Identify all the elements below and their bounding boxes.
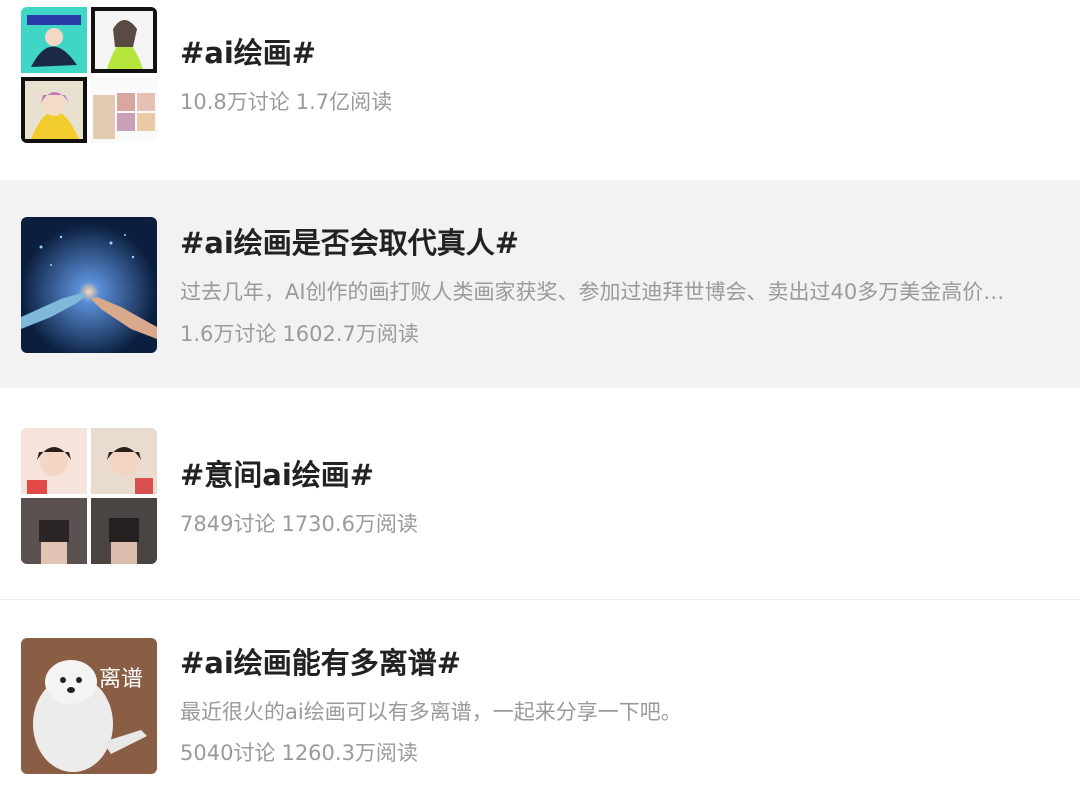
discussion-count: 5040讨论: [180, 741, 276, 765]
portrait-grid-thumbnail: [21, 428, 157, 564]
read-count: 1602.7万阅读: [282, 322, 419, 346]
dog-meme-thumbnail: 离谱: [21, 638, 157, 774]
topic-title[interactable]: #ai绘画能有多离谱#: [180, 640, 461, 682]
topic-list: #ai绘画# 10.8万讨论 1.7亿阅读 #ai绘画是否会取代真人# 过去几年…: [0, 0, 1080, 805]
read-count: 1.7亿阅读: [295, 90, 393, 114]
thumbnail-caption: 离谱: [99, 667, 143, 692]
discussion-count: 7849讨论: [180, 512, 276, 536]
topic-item-yijian-ai-painting[interactable]: #意间ai绘画# 7849讨论 1730.6万阅读: [0, 390, 1080, 598]
topic-title[interactable]: #意间ai绘画#: [180, 452, 374, 494]
read-count: 1730.6万阅读: [281, 512, 418, 536]
topic-stats: 10.8万讨论 1.7亿阅读: [180, 86, 392, 116]
anime-collage-thumbnail: [21, 7, 157, 143]
topic-stats: 7849讨论 1730.6万阅读: [180, 508, 418, 538]
topic-item-ai-painting-absurd[interactable]: 离谱 #ai绘画能有多离谱# 最近很火的ai绘画可以有多离谱，一起来分享一下吧。…: [0, 600, 1080, 805]
topic-item-ai-replace-human[interactable]: #ai绘画是否会取代真人# 过去几年，AI创作的画打败人类画家获奖、参加过迪拜世…: [0, 180, 1080, 388]
topic-title[interactable]: #ai绘画#: [180, 30, 316, 72]
topic-stats: 5040讨论 1260.3万阅读: [180, 737, 418, 767]
topic-title[interactable]: #ai绘画是否会取代真人#: [180, 220, 519, 262]
topic-description: 过去几年，AI创作的画打败人类画家获奖、参加过迪拜世博会、卖出过40多万美金高价…: [180, 280, 1005, 304]
topic-item-ai-painting[interactable]: #ai绘画# 10.8万讨论 1.7亿阅读: [0, 0, 1080, 178]
read-count: 1260.3万阅读: [281, 741, 418, 765]
robot-human-hands-thumbnail: [21, 217, 157, 353]
discussion-count: 1.6万讨论: [180, 322, 277, 346]
topic-description: 最近很火的ai绘画可以有多离谱，一起来分享一下吧。: [180, 700, 682, 724]
discussion-count: 10.8万讨论: [180, 90, 290, 114]
topic-stats: 1.6万讨论 1602.7万阅读: [180, 318, 419, 348]
